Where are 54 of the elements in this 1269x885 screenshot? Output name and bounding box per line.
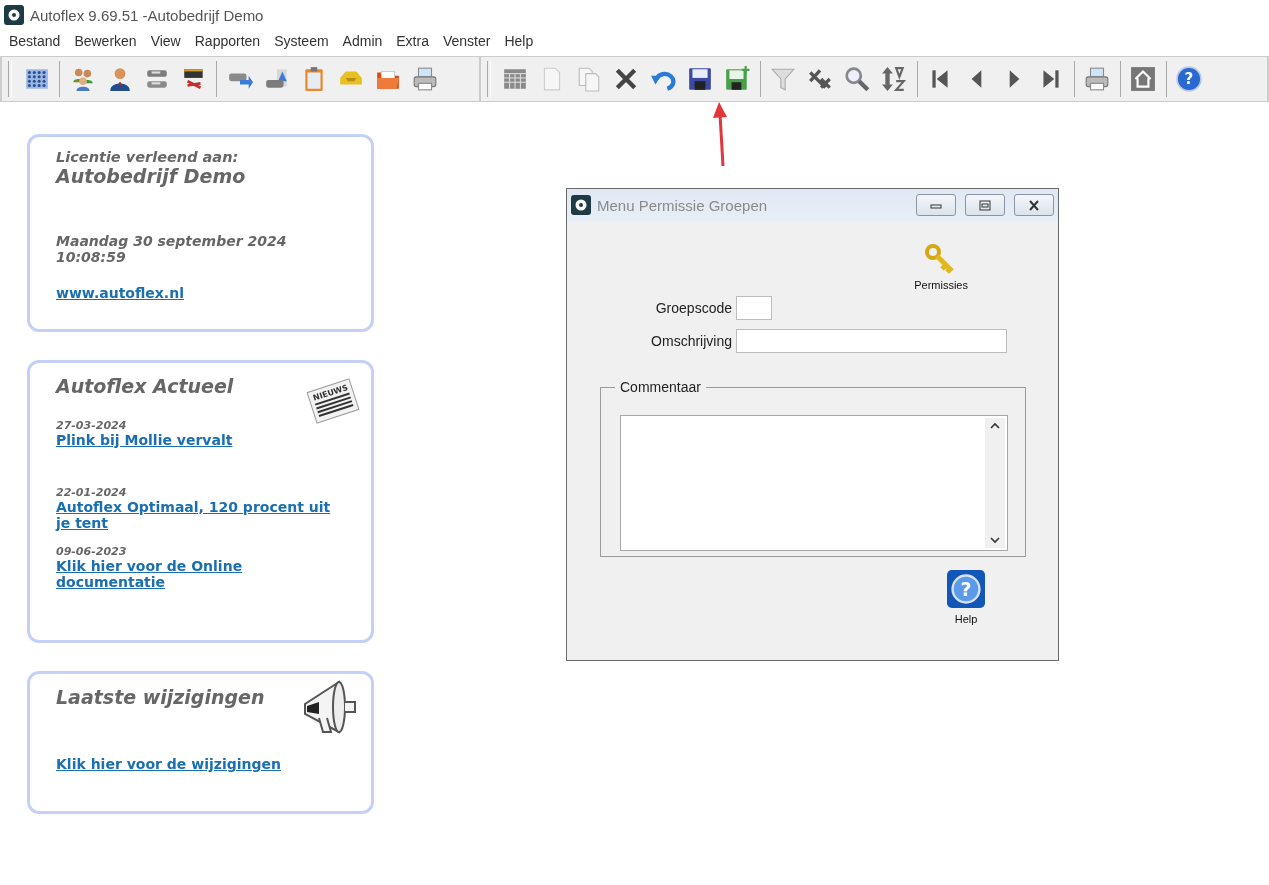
maximize-icon <box>978 198 992 212</box>
scroll-down-icon[interactable] <box>990 537 1000 544</box>
help-button[interactable]: ? Help <box>947 570 985 625</box>
permissions-button[interactable]: Permissies <box>914 243 968 291</box>
app-logo-icon <box>4 5 24 25</box>
menu-item[interactable]: Rapporten <box>187 33 268 49</box>
group-label: Commentaar <box>619 379 702 395</box>
text-field[interactable] <box>736 296 772 320</box>
scroll-up-icon[interactable] <box>990 422 1000 429</box>
menu-item[interactable]: Help <box>497 33 541 49</box>
close-button[interactable] <box>1014 194 1054 216</box>
menu-item[interactable]: Systeem <box>267 33 336 49</box>
scrollbar[interactable] <box>985 418 1005 548</box>
maximize-button[interactable] <box>965 194 1005 216</box>
dialog-title: Menu Permissie Groepen <box>597 196 769 214</box>
home-icon <box>1130 66 1157 92</box>
news-date: 22-01-2024 <box>56 486 128 499</box>
help-icon: ? <box>947 570 985 608</box>
menu-item[interactable]: View <box>143 33 188 49</box>
app-logo-icon <box>571 195 591 215</box>
save-icon <box>687 66 714 92</box>
website-link[interactable]: www.autoflex.nl <box>56 285 346 301</box>
menu-item[interactable]: Admin <box>335 33 390 49</box>
card-title: Laatste wijzigingen <box>56 686 265 708</box>
minimize-button[interactable] <box>916 194 956 216</box>
news-link[interactable]: Autoflex Optimaal, 120 procent uit je tent <box>56 499 346 531</box>
print-icon <box>1084 66 1111 92</box>
close-icon <box>1027 198 1041 212</box>
print-icon <box>411 66 438 92</box>
time-text: 10:08:59 <box>56 249 127 265</box>
field-label: Groepscode <box>654 300 732 316</box>
sort-icon <box>881 66 908 92</box>
save-new-icon <box>724 66 751 92</box>
menu-item[interactable]: Extra <box>389 33 436 49</box>
filter-icon <box>770 66 797 92</box>
company-name: Autobedrijf Demo <box>56 165 246 187</box>
table-icon <box>502 66 529 92</box>
grid-icon <box>23 66 50 92</box>
changes-link[interactable]: Klik hier voor de wijzigingen <box>56 756 347 772</box>
news-link[interactable]: Plink bij Mollie vervalt <box>56 432 346 448</box>
card-title: Autoflex Actueel <box>56 375 234 397</box>
menu-item[interactable]: Bestand <box>2 33 68 49</box>
license-label: Licentie verleend aan: <box>56 149 240 165</box>
news-date: 09-06-2023 <box>56 545 128 558</box>
field-label: Omschrijving <box>650 333 732 349</box>
news-link[interactable]: Klik hier voor de Online documentatie <box>56 558 346 590</box>
comment-field[interactable] <box>620 415 1008 551</box>
menu-item[interactable]: Venster <box>435 33 498 49</box>
date-text: Maandag 30 september 2024 <box>56 233 288 249</box>
text-field[interactable] <box>736 329 1007 353</box>
window-title: Autoflex 9.69.51 -Autobedrijf Demo <box>30 6 264 24</box>
news-date: 27-03-2024 <box>56 419 128 432</box>
menu-item[interactable]: Bewerken <box>67 33 144 49</box>
search-icon <box>844 66 871 92</box>
